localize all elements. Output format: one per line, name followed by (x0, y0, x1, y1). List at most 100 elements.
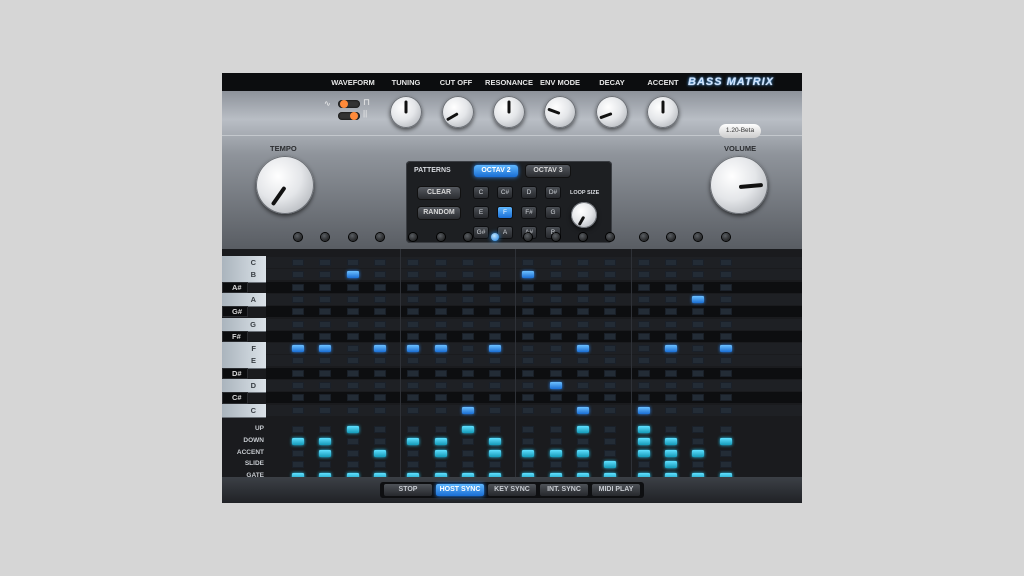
note-cell[interactable] (319, 295, 332, 303)
note-cell[interactable] (604, 406, 617, 414)
note-cell[interactable] (637, 345, 650, 353)
note-cell[interactable] (346, 369, 359, 377)
step-option-cell[interactable] (604, 449, 617, 457)
note-cell[interactable] (461, 295, 474, 303)
note-cell[interactable] (434, 283, 447, 291)
note-cell[interactable] (292, 369, 304, 377)
note-cell[interactable] (461, 259, 474, 266)
step-option-cell[interactable] (692, 425, 705, 433)
note-cell[interactable] (292, 394, 304, 402)
note-button-d[interactable]: D (522, 187, 536, 198)
note-cell[interactable] (549, 320, 562, 328)
note-cell[interactable] (407, 357, 420, 365)
note-cell[interactable] (434, 259, 447, 266)
note-cell[interactable] (373, 308, 386, 316)
accent-knob[interactable] (647, 96, 679, 128)
note-cell[interactable] (461, 357, 474, 365)
note-cell[interactable] (489, 332, 502, 340)
note-cell[interactable] (489, 345, 502, 353)
note-cell[interactable] (692, 394, 705, 402)
note-cell[interactable] (664, 320, 677, 328)
note-cell[interactable] (604, 283, 617, 291)
note-cell[interactable] (461, 369, 474, 377)
note-button-e[interactable]: E (474, 207, 488, 218)
note-cell[interactable] (319, 357, 332, 365)
note-cell[interactable] (346, 295, 359, 303)
step-option-cell[interactable] (407, 425, 420, 433)
note-cell[interactable] (346, 283, 359, 291)
note-cell[interactable] (292, 320, 304, 328)
note-cell[interactable] (522, 271, 535, 279)
note-cell[interactable] (522, 394, 535, 402)
step-option-cell[interactable] (461, 449, 474, 457)
note-cell[interactable] (319, 394, 332, 402)
note-cell[interactable] (434, 406, 447, 414)
note-cell[interactable] (346, 394, 359, 402)
note-cell[interactable] (319, 369, 332, 377)
note-cell[interactable] (407, 345, 420, 353)
step-option-cell[interactable] (489, 461, 502, 469)
step-option-cell[interactable] (637, 425, 650, 433)
note-cell[interactable] (373, 369, 386, 377)
note-cell[interactable] (549, 271, 562, 279)
step-option-cell[interactable] (346, 461, 359, 469)
note-cell[interactable] (522, 345, 535, 353)
mode-button-midi-play[interactable]: MIDI PLAY (592, 484, 640, 496)
note-cell[interactable] (407, 295, 420, 303)
step-option-cell[interactable] (604, 461, 617, 469)
note-cell[interactable] (319, 259, 332, 266)
note-button-f[interactable]: F (498, 207, 512, 218)
note-cell[interactable] (604, 295, 617, 303)
note-cell[interactable] (719, 332, 732, 340)
step-option-cell[interactable] (522, 461, 535, 469)
step-option-cell[interactable] (604, 437, 617, 445)
note-cell[interactable] (577, 382, 589, 389)
note-cell[interactable] (549, 357, 562, 365)
step-option-cell[interactable] (522, 425, 535, 433)
note-cell[interactable] (522, 406, 535, 414)
note-cell[interactable] (664, 259, 677, 266)
note-cell[interactable] (692, 382, 705, 389)
step-option-cell[interactable] (664, 425, 677, 433)
note-cell[interactable] (664, 406, 677, 414)
waveform-switch-2[interactable] (338, 112, 360, 120)
note-cell[interactable] (461, 308, 474, 316)
note-cell[interactable] (549, 259, 562, 266)
note-cell[interactable] (346, 357, 359, 365)
note-cell[interactable] (664, 332, 677, 340)
note-cell[interactable] (637, 308, 650, 316)
step-option-cell[interactable] (637, 461, 650, 469)
note-cell[interactable] (577, 345, 589, 353)
mode-button-stop[interactable]: STOP (384, 484, 432, 496)
step-option-cell[interactable] (461, 437, 474, 445)
note-cell[interactable] (373, 345, 386, 353)
step-option-cell[interactable] (346, 449, 359, 457)
note-button-d-sharp[interactable]: D# (546, 187, 560, 198)
note-cell[interactable] (577, 406, 589, 414)
note-cell[interactable] (319, 271, 332, 279)
note-cell[interactable] (489, 271, 502, 279)
note-cell[interactable] (604, 320, 617, 328)
random-button[interactable]: RANDOM (418, 207, 460, 219)
octave-3-button[interactable]: OCTAV 3 (526, 165, 570, 177)
note-cell[interactable] (346, 259, 359, 266)
note-cell[interactable] (604, 332, 617, 340)
note-cell[interactable] (719, 406, 732, 414)
step-option-cell[interactable] (292, 425, 304, 433)
step-option-cell[interactable] (637, 437, 650, 445)
tempo-knob[interactable] (256, 156, 314, 214)
note-cell[interactable] (637, 394, 650, 402)
note-cell[interactable] (461, 332, 474, 340)
note-cell[interactable] (407, 406, 420, 414)
step-option-cell[interactable] (407, 461, 420, 469)
note-cell[interactable] (664, 357, 677, 365)
note-cell[interactable] (373, 283, 386, 291)
note-cell[interactable] (434, 271, 447, 279)
note-cell[interactable] (637, 283, 650, 291)
clear-button[interactable]: CLEAR (418, 187, 460, 199)
note-cell[interactable] (407, 369, 420, 377)
note-cell[interactable] (319, 308, 332, 316)
note-button-g-sharp[interactable]: G# (474, 227, 488, 238)
step-option-cell[interactable] (407, 437, 420, 445)
step-option-cell[interactable] (319, 425, 332, 433)
